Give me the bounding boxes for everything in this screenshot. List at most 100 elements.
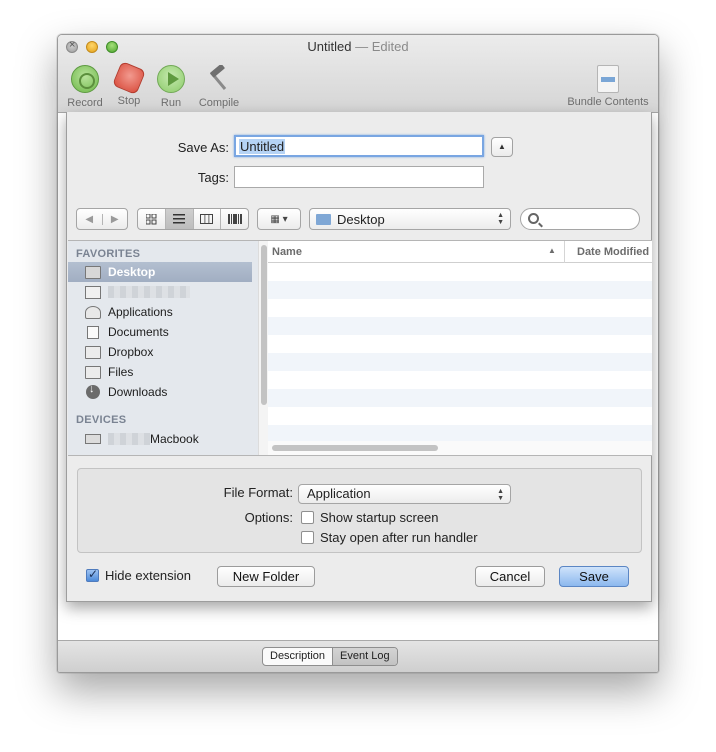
document-name: Untitled <box>307 39 352 54</box>
sidebar: FAVORITES Desktop Applications Documents… <box>68 241 258 455</box>
show-startup-option[interactable]: Show startup screen <box>301 510 439 525</box>
stay-open-checkbox[interactable] <box>301 531 314 544</box>
bundle-contents-label: Bundle Contents <box>567 96 649 108</box>
compile-button[interactable]: Compile <box>194 63 244 109</box>
search-field[interactable] <box>520 208 640 230</box>
sidebar-item-home[interactable] <box>68 282 252 302</box>
column-view-icon[interactable] <box>192 209 221 229</box>
name-column-header[interactable]: Name <box>272 246 302 258</box>
sidebar-item-label: Applications <box>108 305 173 319</box>
sidebar-item-label: Files <box>108 365 134 379</box>
file-format-value: Application <box>307 486 371 501</box>
stay-open-label: Stay open after run handler <box>320 530 478 545</box>
tags-label: Tags: <box>197 170 229 185</box>
arrange-icon: ▦ <box>270 213 280 225</box>
sidebar-item-desktop[interactable]: Desktop <box>68 262 252 282</box>
location-popup[interactable]: Desktop ▲ ▼ <box>309 208 511 230</box>
show-startup-checkbox[interactable] <box>301 511 314 524</box>
sidebar-item-applications[interactable]: Applications <box>68 302 252 322</box>
folder-icon <box>316 213 331 225</box>
sidebar-item-label: Desktop <box>108 265 156 279</box>
view-mode-control <box>137 208 249 230</box>
options-label: Options: <box>244 510 293 525</box>
tags-field[interactable] <box>234 166 484 188</box>
bottom-bar: Description Event Log <box>58 640 658 672</box>
hide-extension-checkbox[interactable] <box>86 567 99 582</box>
stop-icon <box>112 61 146 95</box>
title-bar: Untitled — Edited Record Stop Run Compil… <box>58 35 658 113</box>
show-startup-label: Show startup screen <box>320 510 439 525</box>
save-as-value: Untitled <box>239 139 286 154</box>
arrange-menu-button[interactable]: ▦ ▾ <box>257 208 301 230</box>
sort-ascending-icon: ▲ <box>548 246 556 255</box>
date-modified-column-header[interactable]: Date Modified <box>564 241 649 263</box>
cancel-button[interactable]: Cancel <box>475 566 545 587</box>
hide-extension-label: Hide extension <box>105 568 191 583</box>
favorites-header: FAVORITES <box>76 248 141 260</box>
sidebar-item-documents[interactable]: Documents <box>68 322 252 342</box>
devices-header: DEVICES <box>76 414 127 426</box>
save-as-label: Save As: <box>177 140 229 155</box>
sidebar-item-label: Downloads <box>108 385 168 399</box>
applications-icon <box>85 305 101 319</box>
save-button[interactable]: Save <box>559 566 629 587</box>
record-label: Record <box>67 97 103 109</box>
laptop-icon <box>85 434 101 444</box>
compile-label: Compile <box>198 97 240 109</box>
bundle-contents-button[interactable]: Bundle Contents <box>560 65 656 108</box>
edited-indicator: — Edited <box>355 39 409 54</box>
back-forward-control: ◀ ▶ <box>76 208 128 230</box>
stay-open-option[interactable]: Stay open after run handler <box>301 530 478 545</box>
device-name-suffix: Macbook <box>150 432 199 446</box>
new-folder-button[interactable]: New Folder <box>217 566 315 587</box>
save-sheet: Save As: Untitled ▲ Tags: ◀ ▶ ▦ ▾ Deskto… <box>66 112 652 602</box>
run-button[interactable]: Run <box>146 65 196 109</box>
file-format-label: File Format: <box>223 485 293 500</box>
location-value: Desktop <box>337 211 385 227</box>
search-icon <box>528 213 539 224</box>
column-header-row: Name ▲ Date Modified <box>268 241 652 263</box>
icon-view-icon[interactable] <box>138 209 165 229</box>
tab-event-log[interactable]: Event Log <box>332 648 397 665</box>
sidebar-item-macbook[interactable]: Macbook <box>68 429 252 449</box>
bundle-contents-icon <box>597 65 619 93</box>
file-format-popup[interactable]: Application ▲ ▼ <box>298 484 511 504</box>
bottom-view-selector: Description Event Log <box>262 647 398 666</box>
sidebar-item-downloads[interactable]: Downloads <box>68 382 252 402</box>
folder-icon <box>85 345 101 359</box>
expand-collapse-button[interactable]: ▲ <box>491 137 513 157</box>
save-as-field[interactable]: Untitled <box>234 135 484 157</box>
file-browser: FAVORITES Desktop Applications Documents… <box>68 240 652 456</box>
sidebar-item-label: Dropbox <box>108 345 154 359</box>
hide-extension-option[interactable]: Hide extension <box>86 567 191 583</box>
chevron-up-icon: ▲ <box>498 142 506 151</box>
redacted-username <box>108 286 190 298</box>
format-options-box: File Format: Application ▲ ▼ Options: Sho… <box>77 468 642 553</box>
run-icon <box>157 65 185 93</box>
desktop-icon <box>85 265 101 279</box>
popup-arrows-icon: ▲ ▼ <box>497 488 504 502</box>
tab-description[interactable]: Description <box>263 648 332 665</box>
list-view-icon[interactable] <box>164 209 193 229</box>
file-list-horizontal-scrollbar[interactable] <box>268 441 652 455</box>
sidebar-item-files[interactable]: Files <box>68 362 252 382</box>
downloads-icon <box>86 383 100 399</box>
home-icon <box>85 285 101 299</box>
file-list-rows <box>268 263 652 441</box>
popup-arrows-icon: ▲ ▼ <box>497 212 504 226</box>
cover-flow-icon[interactable] <box>220 209 248 229</box>
file-list[interactable]: Name ▲ Date Modified <box>268 241 652 455</box>
sidebar-item-label: Documents <box>108 325 169 339</box>
browser-toolbar: ◀ ▶ ▦ ▾ Desktop ▲ ▼ <box>67 208 651 238</box>
back-icon[interactable]: ◀ <box>77 214 102 225</box>
run-label: Run <box>160 97 182 109</box>
folder-icon <box>85 365 101 379</box>
sidebar-scrollbar[interactable] <box>258 241 268 455</box>
sidebar-item-dropbox[interactable]: Dropbox <box>68 342 252 362</box>
window-title: Untitled — Edited <box>58 39 658 54</box>
chevron-down-icon: ▾ <box>282 213 288 225</box>
record-icon <box>71 65 99 93</box>
documents-icon <box>87 325 99 339</box>
record-button[interactable]: Record <box>60 65 110 109</box>
forward-icon[interactable]: ▶ <box>101 213 128 225</box>
